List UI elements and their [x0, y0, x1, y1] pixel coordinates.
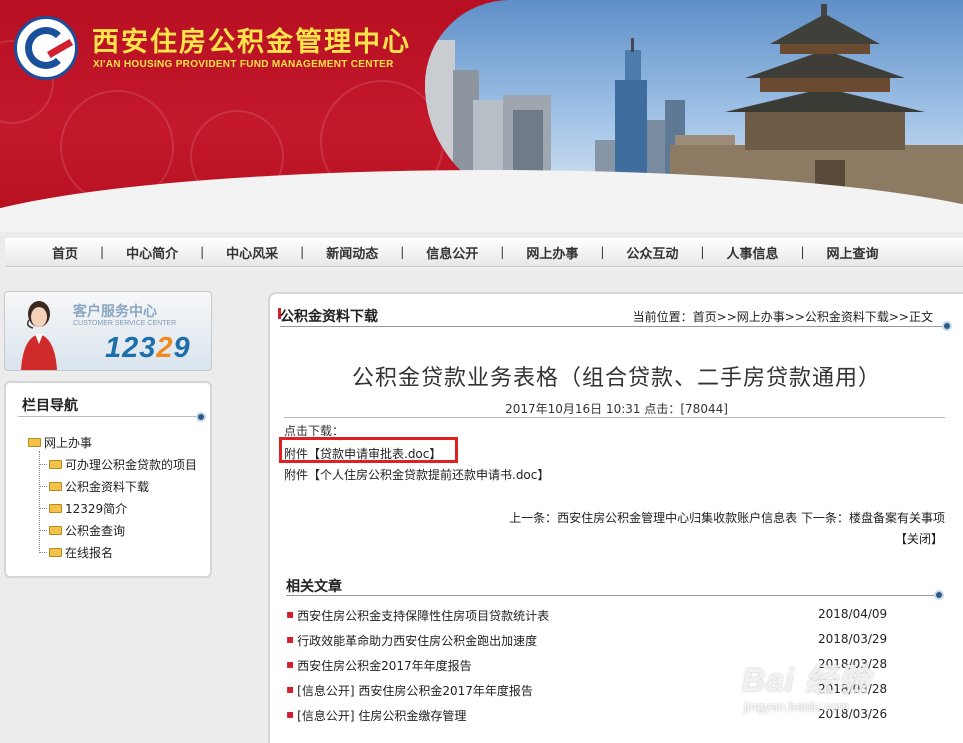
related-item[interactable]: ▪ 行政效能革命助力西安住房公积金跑出加速度 2018/03/29	[286, 632, 926, 649]
sidebar-item-label: 公积金资料下载	[65, 480, 150, 494]
sidebar-item-online-service[interactable]: 网上办事	[28, 434, 92, 451]
nav-separator: |	[600, 245, 605, 259]
nav-interaction[interactable]: 公众互动	[626, 243, 678, 262]
nav-separator: |	[500, 245, 505, 259]
nav-online-service[interactable]: 网上办事	[526, 243, 578, 262]
related-item[interactable]: ▪ [信息公开] 西安住房公积金2017年年度报告 2018/03/28	[286, 682, 926, 699]
bullet-dot-icon	[196, 412, 206, 422]
sidebar-item-label: 可办理公积金贷款的项目	[65, 458, 198, 472]
customer-service-banner[interactable]: 客户服务中心 CUSTOMER SERVICE CENTER 12329	[4, 291, 212, 371]
related-item-title[interactable]: 行政效能革命助力西安住房公积金跑出加速度	[297, 632, 537, 649]
nav-about[interactable]: 中心简介	[126, 243, 178, 262]
related-heading: 相关文章	[286, 579, 342, 595]
nav-home[interactable]: 首页	[52, 243, 78, 262]
nav-news[interactable]: 新闻动态	[326, 243, 378, 262]
related-item-title[interactable]: [信息公开] 住房公积金缴存管理	[297, 707, 466, 724]
nav-separator: |	[200, 245, 205, 259]
nav-separator: |	[400, 245, 405, 259]
sidebar-item-downloads[interactable]: 公积金资料下载	[40, 478, 149, 495]
folder-icon	[49, 460, 62, 469]
service-agent-illustration	[21, 301, 57, 370]
sidebar-item-query[interactable]: 公积金查询	[40, 522, 125, 539]
nav-separator: |	[700, 245, 705, 259]
related-item[interactable]: ▪ 西安住房公积金2017年年度报告 2018/03/28	[286, 657, 926, 674]
section-title: 公积金资料下载	[280, 309, 378, 325]
divider	[286, 595, 941, 596]
divider	[280, 326, 945, 327]
attachment-prepayment-link[interactable]: 附件【个人住房公积金贷款提前还款申请书.doc】	[284, 466, 549, 483]
bullet-icon: ▪	[286, 632, 295, 646]
folder-icon	[28, 438, 41, 447]
nav-separator: |	[100, 245, 105, 259]
related-item-date: 2018/03/28	[818, 657, 888, 671]
sidebar-item-loan-projects[interactable]: 可办理公积金贷款的项目	[40, 456, 197, 473]
sidebar-item-label: 在线报名	[65, 546, 114, 560]
bullet-icon: ▪	[286, 607, 295, 621]
nav-disclosure[interactable]: 信息公开	[426, 243, 478, 262]
article-meta: 2017年10月16日 10:31 点击：[78044]	[505, 402, 728, 416]
bullet-icon: ▪	[286, 657, 295, 671]
related-item[interactable]: ▪ [信息公开] 住房公积金缴存管理 2018/03/26	[286, 707, 926, 724]
sidebar-item-label: 12329简介	[65, 502, 128, 516]
highlight-box	[279, 437, 458, 463]
site-title: 西安住房公积金管理中心	[92, 27, 411, 58]
folder-icon	[49, 504, 62, 513]
center-logo[interactable]	[14, 16, 78, 80]
sidebar-item-signup[interactable]: 在线报名	[40, 544, 113, 561]
article-title: 公积金贷款业务表格（组合贷款、二手房贷款通用）	[351, 366, 881, 391]
folder-icon	[49, 482, 62, 491]
related-item-date: 2018/04/09	[818, 607, 888, 621]
nav-separator: |	[300, 245, 305, 259]
sidebar-heading: 栏目导航	[22, 398, 78, 414]
main-nav: 首页 | 中心简介 | 中心风采 | 新闻动态 | 信息公开 | 网上办事 | …	[5, 238, 963, 267]
service-subtitle: CUSTOMER SERVICE CENTER	[73, 320, 177, 327]
nav-separator: |	[800, 245, 805, 259]
related-item-title[interactable]: [信息公开] 西安住房公积金2017年年度报告	[297, 682, 533, 699]
related-item-date: 2018/03/29	[818, 632, 888, 646]
sidebar-item-label: 网上办事	[44, 436, 93, 450]
bullet-icon: ▪	[286, 707, 295, 721]
sidebar-nav: 栏目导航 网上办事 可办理公积金贷款的项目 公积金资料下载 12329简介 公积…	[4, 381, 212, 578]
related-item-title[interactable]: 西安住房公积金支持保障性住房项目贷款统计表	[297, 607, 549, 624]
site-subtitle: XI'AN HOUSING PROVIDENT FUND MANAGEMENT …	[93, 59, 394, 70]
related-item-title[interactable]: 西安住房公积金2017年年度报告	[297, 657, 472, 674]
breadcrumb[interactable]: 当前位置：首页>>网上办事>>公积金资料下载>>正文	[633, 308, 933, 325]
nav-style[interactable]: 中心风采	[226, 243, 278, 262]
related-item[interactable]: ▪ 西安住房公积金支持保障性住房项目贷款统计表 2018/04/09	[286, 607, 926, 624]
divider	[18, 416, 198, 417]
bullet-dot-icon	[942, 321, 952, 331]
divider	[284, 417, 945, 418]
prev-next-links[interactable]: 上一条：西安住房公积金管理中心归集收款账户信息表 下一条：楼盘备案有关事项	[509, 509, 945, 526]
folder-icon	[49, 526, 62, 535]
sidebar-item-label: 公积金查询	[65, 524, 126, 538]
nav-hr[interactable]: 人事信息	[726, 243, 778, 262]
hotline-number: 12329	[105, 332, 191, 364]
site-banner: 西安住房公积金管理中心 XI'AN HOUSING PROVIDENT FUND…	[0, 0, 963, 232]
content-panel: 公积金资料下载 当前位置：首页>>网上办事>>公积金资料下载>>正文 公积金贷款…	[268, 292, 963, 743]
sidebar-item-12329[interactable]: 12329简介	[40, 500, 127, 517]
bullet-dot-icon	[934, 590, 944, 600]
related-item-date: 2018/03/28	[818, 682, 888, 696]
bullet-icon: ▪	[286, 682, 295, 696]
nav-online-query[interactable]: 网上查询	[827, 243, 879, 262]
related-item-date: 2018/03/26	[818, 707, 888, 721]
service-title: 客户服务中心	[73, 304, 157, 320]
folder-icon	[49, 548, 62, 557]
close-link[interactable]: 【关闭】	[895, 530, 943, 547]
